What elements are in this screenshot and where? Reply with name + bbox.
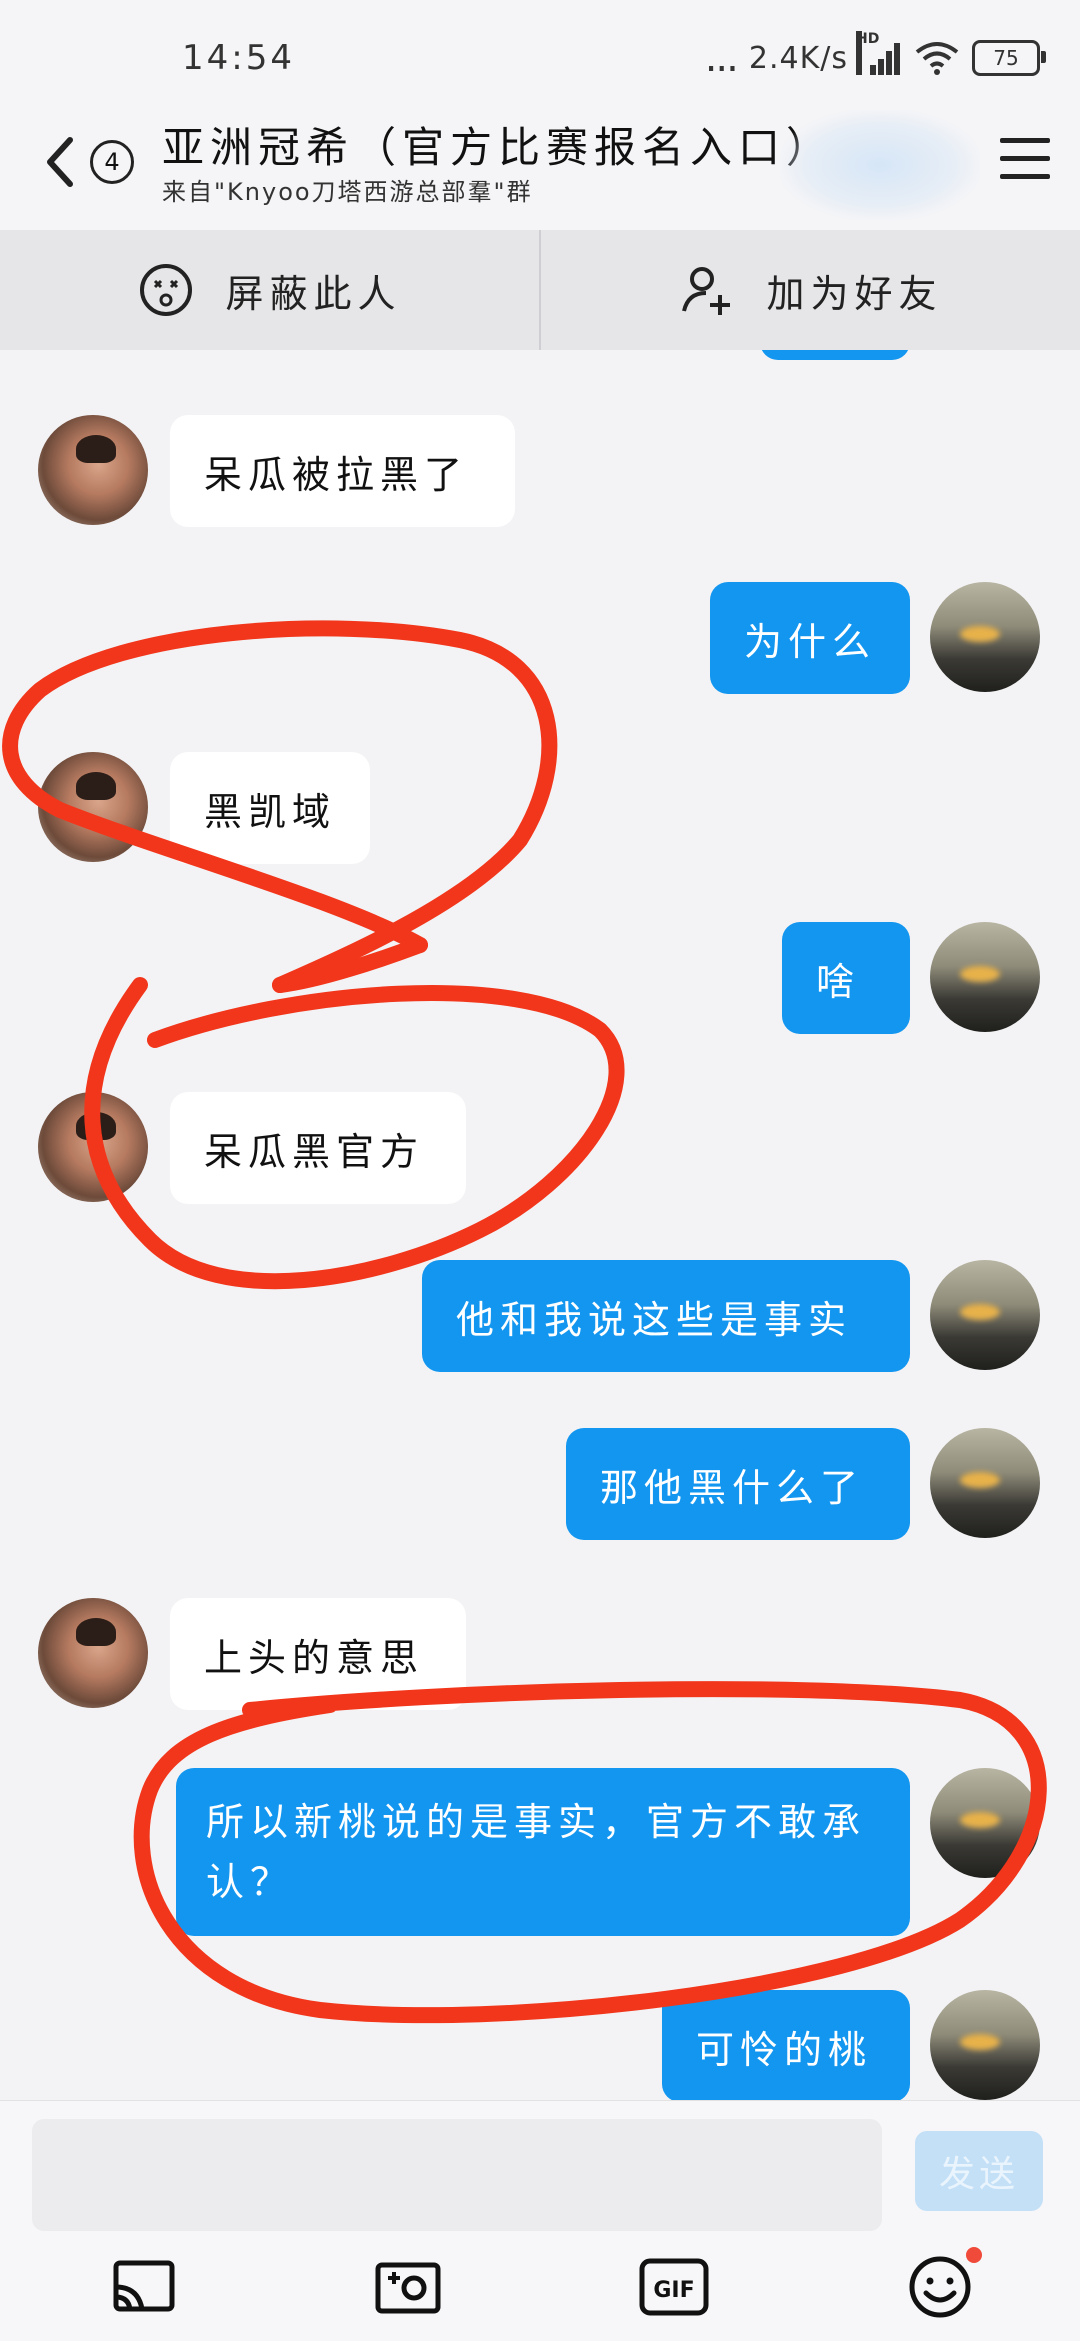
chat-subtitle: 来自"Knyoo刀塔西游总部羣"群	[162, 178, 533, 206]
menu-icon[interactable]	[1000, 138, 1050, 188]
avatar[interactable]	[38, 415, 148, 525]
status-indicators: ... 2.4K/s HD 75	[704, 31, 1046, 81]
avatar[interactable]	[38, 752, 148, 862]
add-friend-label: 加为好友	[766, 271, 943, 316]
block-user-button[interactable]: 屏蔽此人	[0, 230, 539, 350]
gif-icon: GIF	[639, 2258, 709, 2316]
chat-header: 4 亚洲冠希（官方比赛报名入口） 来自"Knyoo刀塔西游总部羣"群	[0, 110, 1080, 230]
smile-icon	[909, 2256, 971, 2318]
cast-icon	[113, 2260, 175, 2312]
photo-tool[interactable]	[372, 2251, 444, 2323]
battery-level: 75	[993, 46, 1019, 70]
avatar[interactable]	[930, 922, 1040, 1032]
hd-badge: HD	[856, 31, 879, 75]
send-button[interactable]: 发送	[915, 2131, 1043, 2211]
message-bubble[interactable]: 呆瓜被拉黑了	[170, 415, 515, 527]
message-bubble[interactable]: 他和我说这些是事实	[422, 1260, 910, 1372]
message-bubble[interactable]: 那他黑什么了	[566, 1428, 910, 1540]
back-arrow-icon[interactable]	[40, 132, 80, 192]
status-bar: 14:54 ... 2.4K/s HD 75	[0, 0, 1080, 110]
message-bubble[interactable]: 黑凯域	[170, 752, 370, 864]
cell-signal-icon: HD	[856, 31, 902, 75]
notification-dot	[966, 2247, 982, 2263]
add-person-icon	[682, 267, 731, 315]
block-face-icon	[140, 264, 193, 316]
emoji-tool[interactable]	[904, 2247, 982, 2323]
battery-icon: 75	[972, 40, 1046, 76]
unread-count-badge[interactable]: 4	[90, 140, 134, 184]
message-input[interactable]	[32, 2119, 882, 2231]
chat-title: 亚洲冠希（官方比赛报名入口）	[162, 123, 835, 172]
avatar[interactable]	[930, 1260, 1040, 1370]
gif-tool[interactable]: GIF	[638, 2251, 710, 2323]
add-friend-button[interactable]: 加为好友	[541, 230, 1080, 350]
avatar[interactable]	[930, 1768, 1040, 1878]
message-bubble[interactable]: 上头的意思	[170, 1598, 466, 1710]
stranger-action-bar: 屏蔽此人 加为好友	[0, 230, 1080, 350]
avatar[interactable]	[930, 1428, 1040, 1538]
camera-icon	[375, 2262, 441, 2314]
screen-cast-tool[interactable]	[108, 2251, 180, 2323]
avatar[interactable]	[930, 1990, 1040, 2100]
avatar[interactable]	[38, 1598, 148, 1708]
message-list[interactable]: 呆瓜被拉黑了 为什么 黑凯域 啥 呆瓜黑官方 他和我说这些是事实 那他黑什么了 …	[0, 350, 1080, 2100]
blurred-area	[780, 110, 980, 220]
avatar[interactable]	[930, 582, 1040, 692]
message-bubble[interactable]: 呆瓜黑官方	[170, 1092, 466, 1204]
message-bubble[interactable]: 所以新桃说的是事实，官方不敢承认？	[176, 1768, 910, 1936]
message-bubble[interactable]: 可怜的桃	[662, 1990, 910, 2100]
message-bubble-partial	[760, 350, 910, 360]
block-user-label: 屏蔽此人	[225, 271, 402, 316]
message-bubble[interactable]: 啥	[782, 922, 910, 1034]
wifi-icon	[915, 42, 959, 75]
network-speed: 2.4K/s	[748, 40, 848, 76]
avatar[interactable]	[38, 1092, 148, 1202]
more-dots-icon: ...	[704, 35, 739, 81]
message-bubble[interactable]: 为什么	[710, 582, 910, 694]
status-time: 14:54	[182, 38, 295, 78]
input-bar: 发送 GIF	[0, 2100, 1080, 2341]
gif-label: GIF	[653, 2278, 694, 2303]
